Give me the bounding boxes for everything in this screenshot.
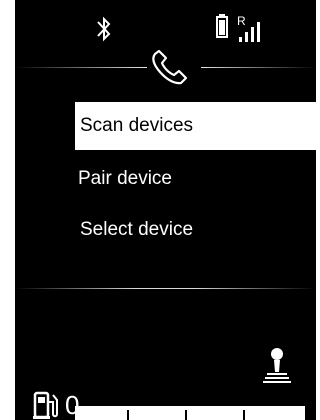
left-edge bbox=[0, 0, 15, 420]
header-divider-left bbox=[15, 67, 147, 68]
menu-item-label: Scan devices bbox=[80, 115, 194, 136]
menu-item-pair-device[interactable]: Pair device bbox=[73, 155, 314, 203]
roaming-mark: R bbox=[237, 14, 246, 28]
gauge-tick bbox=[185, 410, 187, 420]
menu-item-scan-devices[interactable]: Scan devices bbox=[75, 102, 316, 150]
menu-divider-bottom bbox=[15, 288, 316, 289]
phone-handset-icon bbox=[152, 49, 188, 85]
menu-item-select-device[interactable]: Select device bbox=[75, 206, 316, 254]
signal-roaming-icon: R bbox=[237, 14, 260, 42]
bluetooth-icon bbox=[97, 16, 111, 42]
fuel-gauge-bar bbox=[75, 406, 305, 420]
gear-shift-icon bbox=[263, 348, 291, 383]
display-screen: R Scan devices Pair device Select device… bbox=[15, 0, 316, 420]
header-divider-right bbox=[201, 67, 316, 68]
phone-battery-icon bbox=[216, 14, 228, 38]
gauge-tick bbox=[127, 410, 129, 420]
fuel-pump-icon bbox=[33, 391, 58, 419]
menu-item-label: Select device bbox=[80, 219, 194, 240]
gauge-tick bbox=[243, 410, 245, 420]
menu-item-label: Pair device bbox=[78, 168, 172, 189]
